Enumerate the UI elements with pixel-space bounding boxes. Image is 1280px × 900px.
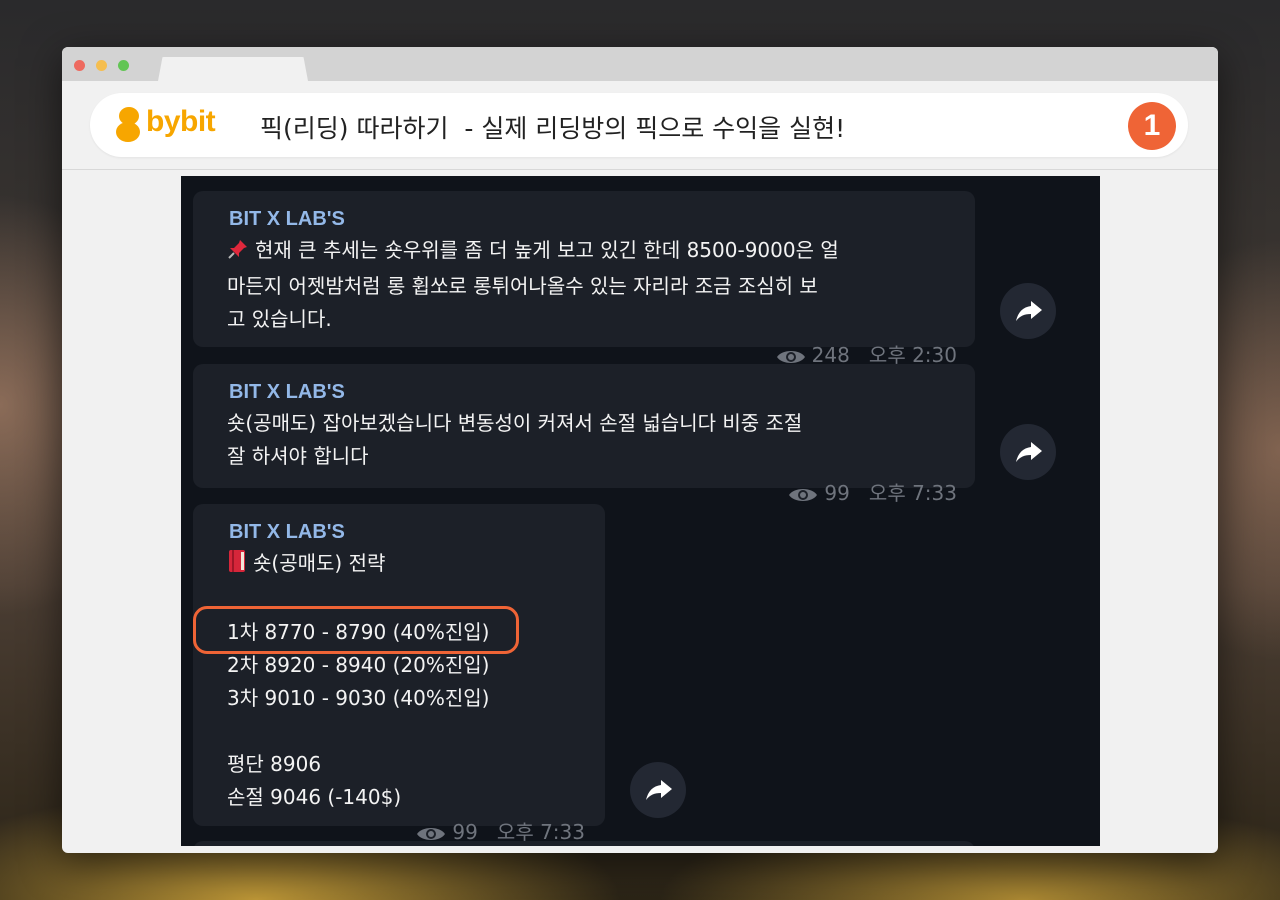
eye-icon: [788, 485, 818, 509]
message-text: 숏(공매도) 전략 1차 8770 - 8790 (40%진입) 2차 8920…: [227, 549, 490, 809]
header-divider: [62, 169, 1218, 170]
message-meta: 99 오후 7:33: [366, 792, 585, 846]
bybit-logo-icon: [116, 107, 142, 143]
brand-name: bybit: [146, 105, 216, 138]
pushpin-icon: [227, 237, 249, 270]
minimize-window-button[interactable]: [96, 60, 107, 71]
chat-screenshot: BIT X LAB'S 현재 큰 추세는 숏우위를 좀 더 높게 보고 있긴 한…: [181, 176, 1100, 846]
message-sender: BIT X LAB'S: [229, 521, 345, 543]
address-bar: bybit 픽(리딩) 따라하기 - 실제 리딩방의 픽으로 수익을 실현! 1: [90, 93, 1188, 157]
message-time: 오후 7:33: [868, 481, 957, 505]
message-sender: BIT X LAB'S: [229, 381, 345, 403]
chat-message: BIT X LAB'S 숏(공매도) 잡아보겠습니다 변동성이 커져서 손절 넓…: [193, 364, 975, 505]
message-text: 숏(공매도) 잡아보겠습니다 변동성이 커져서 손절 넓습니다 비중 조절 잘 …: [227, 411, 803, 468]
browser-window: bybit 픽(리딩) 따라하기 - 실제 리딩방의 픽으로 수익을 실현! 1…: [62, 47, 1218, 853]
view-count: 99: [824, 481, 850, 505]
chat-message: BIT X LAB'S 숏(공매도) 전략 1차 8770 - 8790 (40…: [193, 504, 605, 844]
bybit-logo: bybit: [116, 105, 226, 143]
forward-button[interactable]: [1000, 283, 1056, 339]
highlight-box: [193, 606, 519, 654]
chat-message: BIT X LAB'S 현재 큰 추세는 숏우위를 좀 더 높게 보고 있긴 한…: [193, 191, 975, 367]
chat-message: [193, 841, 975, 846]
forward-button[interactable]: [1000, 424, 1056, 480]
page-title: 픽(리딩) 따라하기 - 실제 리딩방의 픽으로 수익을 실현!: [260, 114, 846, 143]
book-icon: [227, 549, 247, 583]
close-window-button[interactable]: [74, 60, 85, 71]
maximize-window-button[interactable]: [118, 60, 129, 71]
step-number-badge: 1: [1128, 102, 1176, 150]
message-meta: 99 오후 7:33: [738, 453, 957, 533]
forward-button[interactable]: [630, 762, 686, 818]
browser-titlebar: [62, 47, 1218, 81]
browser-tab[interactable]: [158, 57, 308, 81]
message-sender: BIT X LAB'S: [229, 208, 345, 230]
